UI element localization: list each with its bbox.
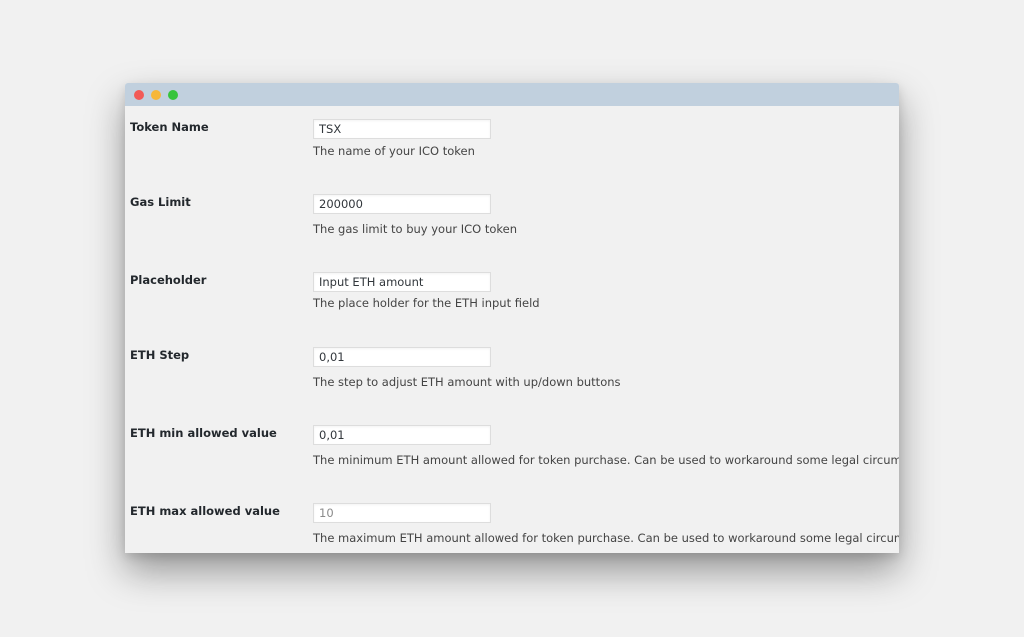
eth-step-description: The step to adjust ETH amount with up/do… [313, 375, 621, 389]
settings-window: Token Name The name of your ICO token Ga… [125, 83, 899, 553]
eth-max-input[interactable] [313, 503, 491, 523]
eth-max-label: ETH max allowed value [130, 504, 280, 518]
eth-max-description: The maximum ETH amount allowed for token… [313, 531, 899, 545]
placeholder-label: Placeholder [130, 273, 207, 287]
token-name-description: The name of your ICO token [313, 144, 475, 158]
minimize-window-button[interactable] [151, 90, 161, 100]
gas-limit-label: Gas Limit [130, 195, 191, 209]
eth-min-input[interactable] [313, 425, 491, 445]
token-name-label: Token Name [130, 120, 209, 134]
window-titlebar[interactable] [125, 83, 899, 106]
eth-step-input[interactable] [313, 347, 491, 367]
eth-min-description: The minimum ETH amount allowed for token… [313, 453, 899, 467]
maximize-window-button[interactable] [168, 90, 178, 100]
close-window-button[interactable] [134, 90, 144, 100]
token-name-input[interactable] [313, 119, 491, 139]
gas-limit-description: The gas limit to buy your ICO token [313, 222, 518, 236]
eth-step-label: ETH Step [130, 348, 190, 362]
gas-limit-input[interactable] [313, 194, 491, 214]
placeholder-input[interactable] [313, 272, 491, 292]
eth-min-label: ETH min allowed value [130, 426, 277, 440]
placeholder-description: The place holder for the ETH input field [313, 296, 540, 310]
